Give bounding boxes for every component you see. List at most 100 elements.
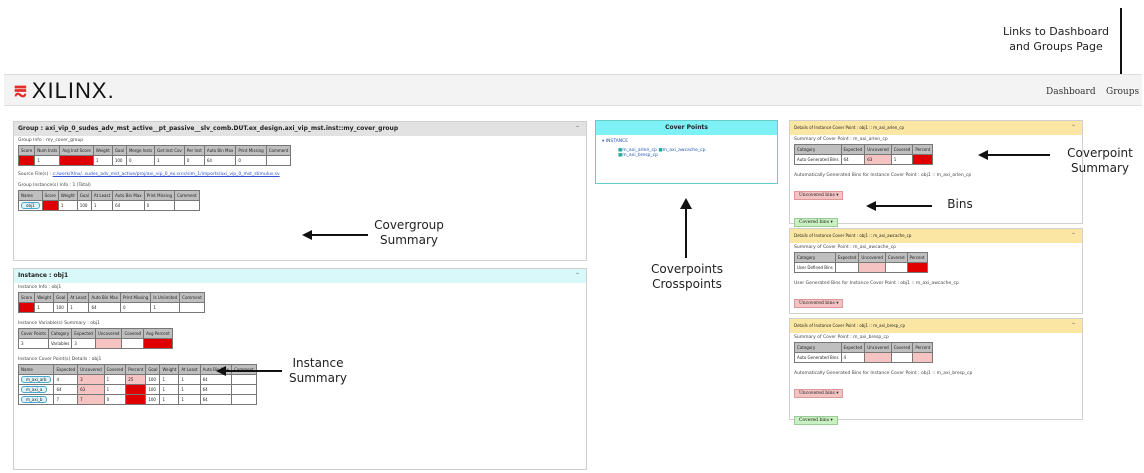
coverpoint-summary-callout: Coverpoint Summary bbox=[1067, 146, 1133, 175]
group-summary-table: Name Score Weight Goal At Least Auto Bin Max P… bbox=[18, 190, 200, 211]
column-header: Print Missing bbox=[119, 292, 152, 303]
column-header: Avg Percent bbox=[143, 328, 173, 339]
links-callout: Links to Dashboard and Groups Page bbox=[1003, 25, 1109, 53]
column-header: Uncovered bbox=[94, 328, 123, 339]
column-header: Goal bbox=[53, 292, 69, 303]
source-file-link[interactable]: c:/work/Xlnx/..sudes_adv_mst_active/proj… bbox=[53, 172, 280, 177]
column-header: At Least bbox=[178, 364, 201, 375]
bins-label: User Generated Bins for Instance Cover P… bbox=[794, 281, 959, 286]
column-header: Uncovered bbox=[77, 364, 105, 375]
bins-label: Automatically Generated Bins for Instanc… bbox=[794, 371, 973, 376]
collapse-icon[interactable]: ⌃ bbox=[1071, 322, 1076, 329]
instance-var-table: Cover Points Category Expected Uncovered Cov… bbox=[18, 328, 173, 349]
column-header: Expected bbox=[840, 144, 866, 155]
cover-point-list: ■m_axi_arlen_cp ■m_axi_awcache_cp ■m_axi… bbox=[618, 148, 755, 158]
details-panel-3: Details of Instance Cover Point : obj1 :… bbox=[789, 318, 1083, 425]
nav-groups-link[interactable]: Groups bbox=[1106, 87, 1139, 97]
covered-bins-toggle[interactable]: Covered bins ▾ bbox=[794, 218, 838, 227]
collapse-icon[interactable]: ⌃ bbox=[575, 125, 580, 132]
bins-callout: Bins bbox=[947, 197, 973, 211]
coverpoints-arrowhead bbox=[680, 198, 692, 209]
details-table: Category Expected Uncovered Covered Percent … bbox=[794, 144, 934, 165]
instance-panel-title: Instance : obj1 bbox=[14, 269, 586, 283]
cover-points-panel: Cover Points ▾ INSTANCE ■m_axi_arlen_cp … bbox=[595, 120, 778, 184]
column-header: Print Missing bbox=[235, 145, 267, 156]
bins-arrowhead bbox=[866, 201, 876, 211]
collapse-icon[interactable]: ⌃ bbox=[1071, 124, 1076, 131]
column-header: Expected bbox=[71, 328, 96, 339]
column-header: Auto Bin Max bbox=[203, 145, 237, 156]
column-header: Avg Inst Score bbox=[59, 145, 94, 156]
column-header: Per Inst bbox=[183, 145, 205, 156]
column-header: Covered bbox=[884, 252, 908, 263]
column-header: Uncovered bbox=[864, 342, 892, 353]
uncovered-bins-toggle[interactable]: Uncovered bins ▾ bbox=[794, 389, 844, 398]
covergroup-arrowhead bbox=[302, 230, 312, 240]
instance-callout: Instance Summary bbox=[289, 356, 347, 385]
covergroup-callout: Covergroup Summary bbox=[374, 218, 444, 247]
column-header: Covered bbox=[890, 342, 914, 353]
column-header: Score bbox=[17, 145, 36, 156]
source-files: Source File(s) : c:/work/Xlnx/..sudes_ad… bbox=[18, 172, 280, 177]
coverpoint-summary-arrow bbox=[988, 154, 1050, 156]
column-header: Covered bbox=[890, 144, 914, 155]
covered-bins-toggle[interactable]: Covered bins ▾ bbox=[794, 416, 838, 425]
column-header: Cover Points bbox=[18, 328, 49, 339]
group-info-label: Group Info : my_cover_group bbox=[18, 138, 84, 143]
obj1-button[interactable]: obj1 bbox=[21, 202, 40, 209]
uncovered-bins-toggle[interactable]: Uncovered bins ▾ bbox=[794, 299, 844, 308]
uncovered-bins-toggle[interactable]: Uncovered bins ▾ bbox=[794, 191, 844, 200]
details-panel-2: Details of Instance Cover Point : obj1 :… bbox=[789, 228, 1083, 314]
instance-arrowhead bbox=[216, 366, 226, 376]
instance-info-table: Score Weight Goal At Least Auto Bin Max Print… bbox=[17, 292, 205, 313]
column-header: Score bbox=[41, 190, 59, 201]
group-summary-label: Group Instance(s) Info : 1 (Total) bbox=[18, 183, 91, 188]
coverpoint-button[interactable]: m_axi_a bbox=[21, 386, 48, 393]
column-header: Weight bbox=[159, 364, 180, 375]
coverpoints-callout: Coverpoints Crosspoints bbox=[651, 262, 723, 291]
column-header: Percent bbox=[125, 364, 147, 375]
bins-label: Automatically Generated Bins for Instanc… bbox=[794, 173, 972, 178]
column-header: Category bbox=[794, 342, 842, 353]
details-table: Category Expected Uncovered Covered Percent … bbox=[794, 252, 928, 273]
group-panel-title: Group : axi_vip_0_sudes_adv_mst_active__… bbox=[14, 122, 586, 136]
collapse-icon[interactable]: ⌃ bbox=[575, 272, 580, 279]
coverpoint-button[interactable]: m_axi_arb bbox=[21, 376, 52, 383]
coverpoint-button[interactable]: m_axi_b bbox=[21, 396, 48, 403]
top-bar bbox=[4, 74, 1142, 106]
nav-dashboard-link[interactable]: Dashboard bbox=[1046, 87, 1096, 97]
column-header: Percent bbox=[912, 144, 934, 155]
column-header: Name bbox=[18, 190, 43, 201]
column-header: Expected bbox=[840, 342, 866, 353]
instance-info-label: Instance Info : obj1 bbox=[18, 285, 62, 290]
column-header: Category bbox=[794, 252, 836, 263]
group-panel: Group : axi_vip_0_sudes_adv_mst_active__… bbox=[13, 121, 587, 261]
details-title: Details of Instance Cover Point : obj1 :… bbox=[790, 319, 1082, 333]
column-header: Covered bbox=[103, 364, 127, 375]
tree-root[interactable]: ▾ INSTANCE bbox=[602, 139, 771, 144]
column-header: Uncovered bbox=[858, 252, 886, 263]
cover-point-item[interactable]: ■m_axi_bresp_cp bbox=[618, 153, 658, 158]
xilinx-logo: ⩳ XILINX. bbox=[14, 78, 115, 103]
column-header: Weight bbox=[57, 190, 78, 201]
column-header: Auto Bin Max bbox=[112, 190, 145, 201]
column-header: Goal bbox=[145, 364, 161, 375]
group-info-table: Score Num Insts Avg Inst Score Weight Goal Me… bbox=[17, 145, 292, 166]
column-header: Score bbox=[17, 292, 36, 303]
column-header: Print Missing bbox=[143, 190, 176, 201]
column-header: Expected bbox=[53, 364, 79, 375]
cover-point-item[interactable]: ■m_axi_awcache_cp bbox=[658, 148, 705, 153]
column-header: Uncovered bbox=[864, 144, 892, 155]
column-header: Auto Bin Max bbox=[88, 292, 121, 303]
table-row: m_axi_a 64 63 1 100 1 1 64 bbox=[17, 384, 257, 395]
column-header: Comment bbox=[174, 190, 200, 201]
collapse-icon[interactable]: ⌃ bbox=[1071, 232, 1076, 239]
column-header: Percent bbox=[906, 252, 928, 263]
column-header: At Least bbox=[67, 292, 90, 303]
covergroup-arrow bbox=[312, 234, 368, 236]
instance-arrow bbox=[226, 370, 282, 372]
column-header: Weight bbox=[92, 145, 113, 156]
details-table: Category Expected Uncovered Covered Percent … bbox=[794, 342, 934, 363]
column-header: Is Unlimited bbox=[150, 292, 181, 303]
column-header: Merge Insts bbox=[125, 145, 156, 156]
